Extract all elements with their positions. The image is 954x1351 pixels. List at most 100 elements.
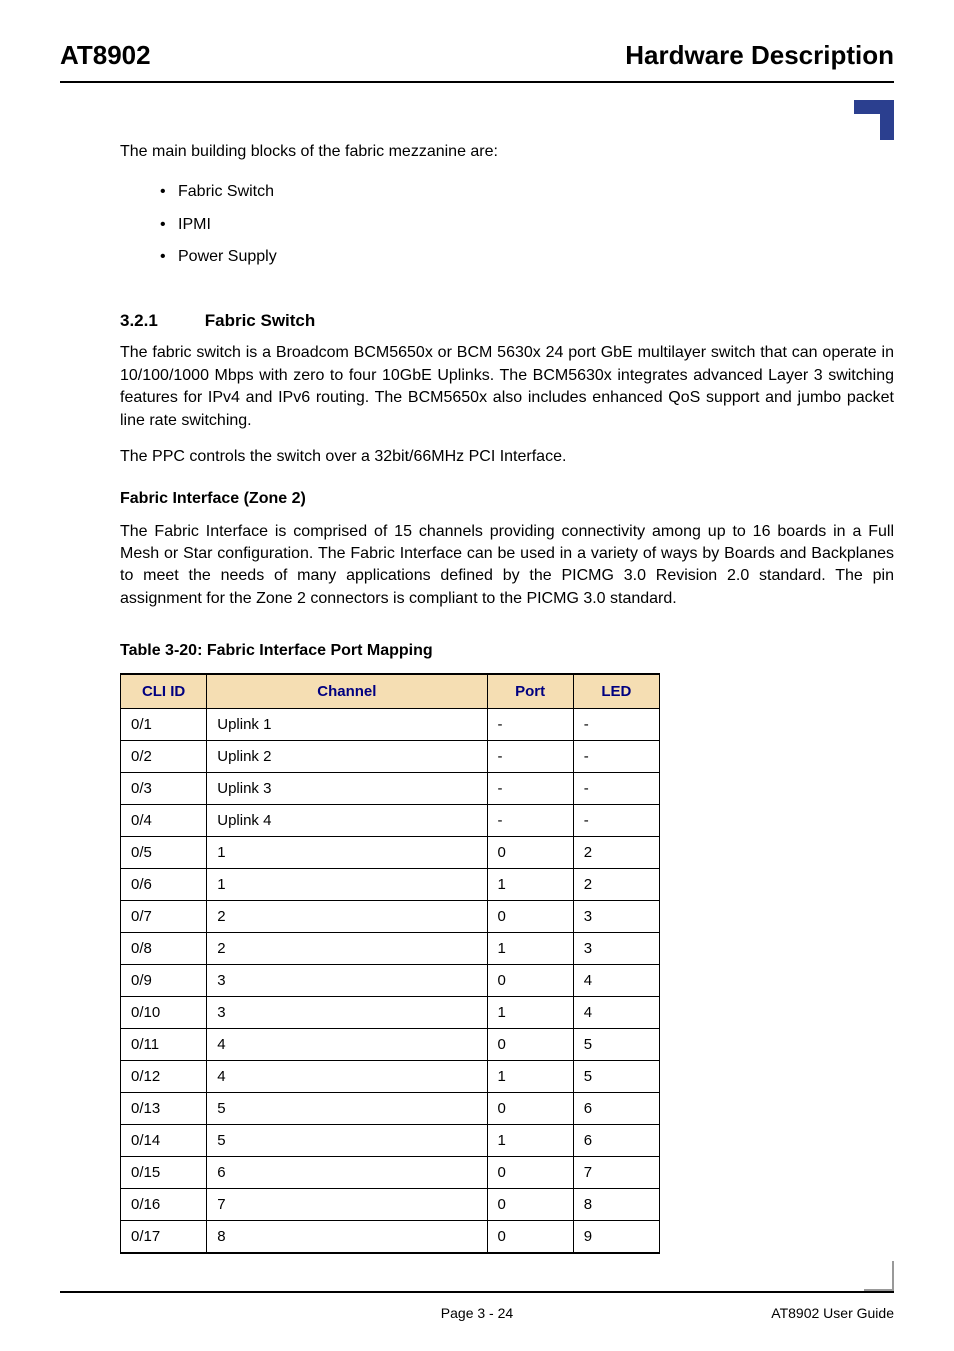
table-cell: 0/15: [121, 1156, 207, 1188]
table-cell: 8: [573, 1188, 659, 1220]
table-cell: Uplink 3: [207, 772, 487, 804]
section-number: 3.2.1: [120, 309, 200, 333]
footer-left: [60, 1305, 338, 1321]
table-cell: 0/17: [121, 1220, 207, 1253]
table-cell: 7: [573, 1156, 659, 1188]
table-cell: 0/2: [121, 740, 207, 772]
table-cell: 7: [207, 1188, 487, 1220]
table-row: 0/7203: [121, 900, 660, 932]
table-row: 0/5102: [121, 836, 660, 868]
table-cell: 1: [487, 932, 573, 964]
table-cell: 4: [573, 996, 659, 1028]
table-cell: -: [487, 708, 573, 740]
table-cell: 4: [207, 1028, 487, 1060]
table-cell: 3: [207, 964, 487, 996]
table-cell: 0/5: [121, 836, 207, 868]
table-row: 0/14516: [121, 1124, 660, 1156]
building-blocks-list: Fabric Switch IPMI Power Supply: [120, 181, 894, 268]
paragraph: The fabric switch is a Broadcom BCM5650x…: [120, 342, 894, 432]
table-cell: Uplink 4: [207, 804, 487, 836]
table-cell: 5: [207, 1092, 487, 1124]
table-cell: 2: [573, 868, 659, 900]
page-content: The main building blocks of the fabric m…: [60, 91, 894, 1254]
table-cell: 0/14: [121, 1124, 207, 1156]
table-cell: 1: [207, 836, 487, 868]
table-cell: 0/16: [121, 1188, 207, 1220]
table-header: Channel: [207, 674, 487, 709]
table-cell: -: [487, 772, 573, 804]
table-cell: -: [487, 740, 573, 772]
list-item: Power Supply: [160, 246, 894, 268]
table-cell: 0/1: [121, 708, 207, 740]
table-cell: Uplink 1: [207, 708, 487, 740]
table-cell: 3: [573, 932, 659, 964]
footer-guide-name: AT8902 User Guide: [616, 1305, 894, 1321]
table-cell: 6: [573, 1092, 659, 1124]
page-footer: Page 3 - 24 AT8902 User Guide: [60, 1291, 894, 1321]
table-header: LED: [573, 674, 659, 709]
table-caption: Table 3-20: Fabric Interface Port Mappin…: [120, 640, 894, 662]
section-title: Fabric Switch: [205, 311, 316, 330]
table-row: 0/13506: [121, 1092, 660, 1124]
table-header-row: CLI ID Channel Port LED: [121, 674, 660, 709]
table-row: 0/10314: [121, 996, 660, 1028]
table-cell: 0: [487, 1092, 573, 1124]
table-cell: 4: [207, 1060, 487, 1092]
table-cell: -: [573, 772, 659, 804]
table-cell: 0: [487, 1156, 573, 1188]
table-cell: -: [573, 740, 659, 772]
table-cell: 0/6: [121, 868, 207, 900]
intro-text: The main building blocks of the fabric m…: [120, 141, 894, 163]
footer-page-number: Page 3 - 24: [338, 1305, 616, 1321]
table-row: 0/2Uplink 2--: [121, 740, 660, 772]
table-cell: 1: [487, 996, 573, 1028]
table-cell: 0: [487, 900, 573, 932]
table-row: 0/11405: [121, 1028, 660, 1060]
section-heading: 3.2.1 Fabric Switch: [120, 309, 894, 333]
table-cell: 0: [487, 836, 573, 868]
table-row: 0/3Uplink 3--: [121, 772, 660, 804]
paragraph: The Fabric Interface is comprised of 15 …: [120, 521, 894, 611]
table-cell: 0: [487, 1220, 573, 1253]
list-item: IPMI: [160, 214, 894, 236]
table-cell: 3: [573, 900, 659, 932]
table-cell: 2: [207, 900, 487, 932]
table-cell: 0/11: [121, 1028, 207, 1060]
table-cell: 3: [207, 996, 487, 1028]
table-cell: 0/8: [121, 932, 207, 964]
table-cell: 0/13: [121, 1092, 207, 1124]
table-row: 0/9304: [121, 964, 660, 996]
table-cell: 5: [207, 1124, 487, 1156]
table-header: CLI ID: [121, 674, 207, 709]
table-row: 0/12415: [121, 1060, 660, 1092]
table-header: Port: [487, 674, 573, 709]
table-cell: 6: [207, 1156, 487, 1188]
table-row: 0/4Uplink 4--: [121, 804, 660, 836]
table-cell: 0/3: [121, 772, 207, 804]
header-product: AT8902: [60, 40, 151, 71]
table-cell: 0/4: [121, 804, 207, 836]
page-header: AT8902 Hardware Description: [60, 40, 894, 83]
table-cell: 6: [573, 1124, 659, 1156]
table-cell: 4: [573, 964, 659, 996]
table-cell: 0: [487, 1188, 573, 1220]
table-cell: 1: [487, 1060, 573, 1092]
subsection-heading: Fabric Interface (Zone 2): [120, 488, 894, 510]
table-cell: -: [573, 708, 659, 740]
bottom-corner-mark-icon: [864, 1261, 894, 1291]
table-cell: 0/7: [121, 900, 207, 932]
table-cell: 0/10: [121, 996, 207, 1028]
table-cell: 9: [573, 1220, 659, 1253]
table-cell: 0: [487, 1028, 573, 1060]
paragraph: The PPC controls the switch over a 32bit…: [120, 446, 894, 468]
table-cell: 5: [573, 1060, 659, 1092]
table-cell: 2: [573, 836, 659, 868]
table-cell: Uplink 2: [207, 740, 487, 772]
table-cell: 0/9: [121, 964, 207, 996]
table-cell: -: [573, 804, 659, 836]
table-cell: 2: [207, 932, 487, 964]
table-row: 0/17809: [121, 1220, 660, 1253]
table-cell: 1: [207, 868, 487, 900]
table-row: 0/1Uplink 1--: [121, 708, 660, 740]
table-cell: 0: [487, 964, 573, 996]
